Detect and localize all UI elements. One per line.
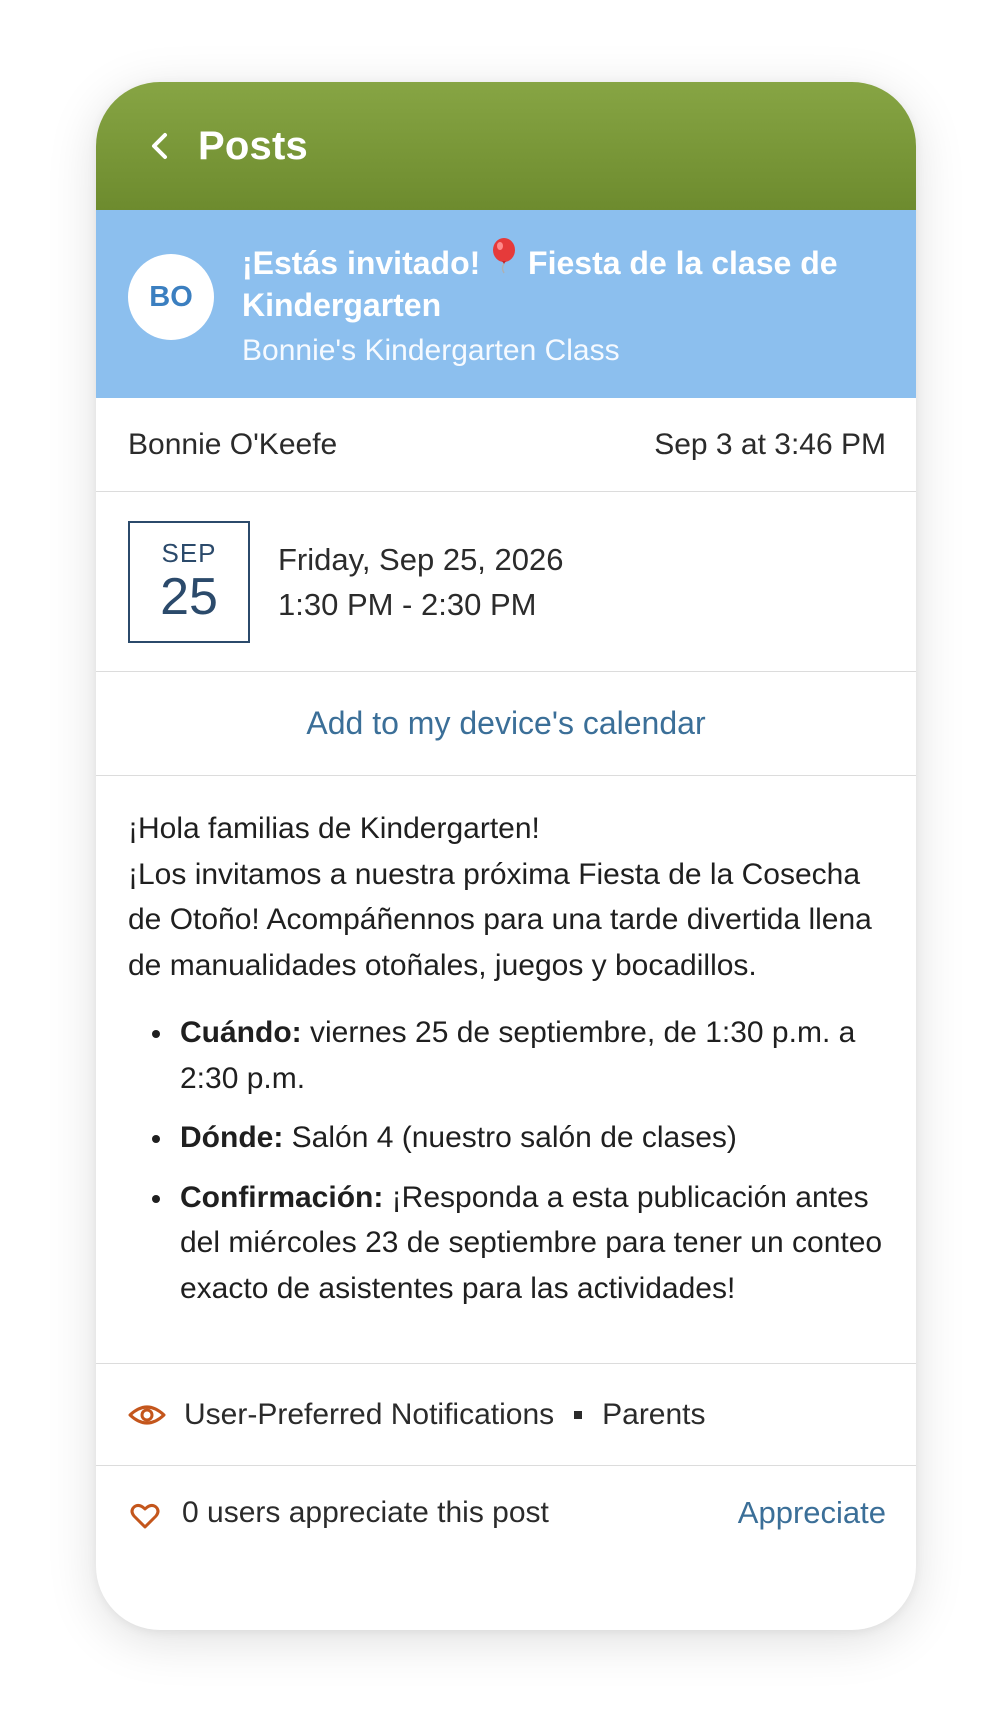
event-day: 25: [160, 567, 218, 626]
post-title-part-1: ¡Estás invitado!: [242, 245, 481, 281]
balloon-icon: [491, 238, 517, 274]
appreciation-count: 0 users appreciate this post: [130, 1496, 549, 1530]
audience: Parents: [602, 1397, 706, 1431]
post-body: ¡Hola familias de Kindergarten! ¡Los inv…: [96, 776, 916, 1364]
event-time: 1:30 PM - 2:30 PM: [278, 586, 537, 622]
list-item-where: Dónde: Salón 4 (nuestro salón de clases): [128, 1115, 886, 1161]
notification-type: User-Preferred Notifications: [184, 1397, 555, 1431]
bullet-label: Cuándo:: [180, 1016, 302, 1049]
event-month: SEP: [161, 537, 217, 568]
appreciate-button[interactable]: Appreciate: [738, 1495, 886, 1531]
bullet-label: Dónde:: [180, 1121, 284, 1154]
calendar-date-badge: SEP 25: [128, 520, 250, 643]
avatar: BO: [128, 254, 214, 340]
phone-frame: Posts BO ¡Estás invitado! Fiesta de la c…: [96, 82, 916, 1630]
body-paragraph: ¡Los invitamos a nuestra próxima Fiesta …: [128, 857, 872, 982]
appreciation-count-text: 0 users appreciate this post: [182, 1496, 549, 1529]
event-date: Friday, Sep 25, 2026: [278, 541, 564, 577]
author-name: Bonnie O'Keefe: [128, 427, 338, 461]
add-to-calendar-button[interactable]: Add to my device's calendar: [96, 672, 916, 776]
chevron-left-icon[interactable]: [140, 126, 180, 166]
post-meta: Bonnie O'Keefe Sep 3 at 3:46 PM: [96, 398, 916, 492]
bullet-label: Confirmación:: [180, 1180, 384, 1214]
body-greeting: ¡Hola familias de Kindergarten!: [128, 812, 540, 845]
class-name[interactable]: Bonnie's Kindergarten Class: [242, 334, 886, 368]
notification-info: User-Preferred Notifications Parents: [96, 1364, 916, 1466]
post-timestamp: Sep 3 at 3:46 PM: [654, 427, 886, 461]
page-title: Posts: [198, 123, 308, 168]
separator-dot: [574, 1410, 583, 1419]
app-header: Posts: [96, 82, 916, 210]
details-list: Cuándo: viernes 25 de septiembre, de 1:3…: [128, 1010, 886, 1311]
bullet-text: Salón 4 (nuestro salón de clases): [283, 1121, 737, 1154]
list-item-when: Cuándo: viernes 25 de septiembre, de 1:3…: [128, 1010, 886, 1101]
event-datetime: Friday, Sep 25, 2026 1:30 PM - 2:30 PM: [278, 537, 564, 627]
heart-icon: [130, 1503, 160, 1529]
post-heading: ¡Estás invitado! Fiesta de la clase de K…: [242, 238, 886, 368]
event-details: SEP 25 Friday, Sep 25, 2026 1:30 PM - 2:…: [96, 492, 916, 672]
post-title: ¡Estás invitado! Fiesta de la clase de K…: [242, 238, 886, 326]
appreciation-bar: 0 users appreciate this post Appreciate: [96, 1466, 916, 1560]
post-banner: BO ¡Estás invitado! Fiesta de la clase d…: [96, 210, 916, 398]
list-item-rsvp: Confirmación: ¡Responda a esta publicaci…: [128, 1175, 886, 1312]
eye-icon: [128, 1405, 166, 1424]
